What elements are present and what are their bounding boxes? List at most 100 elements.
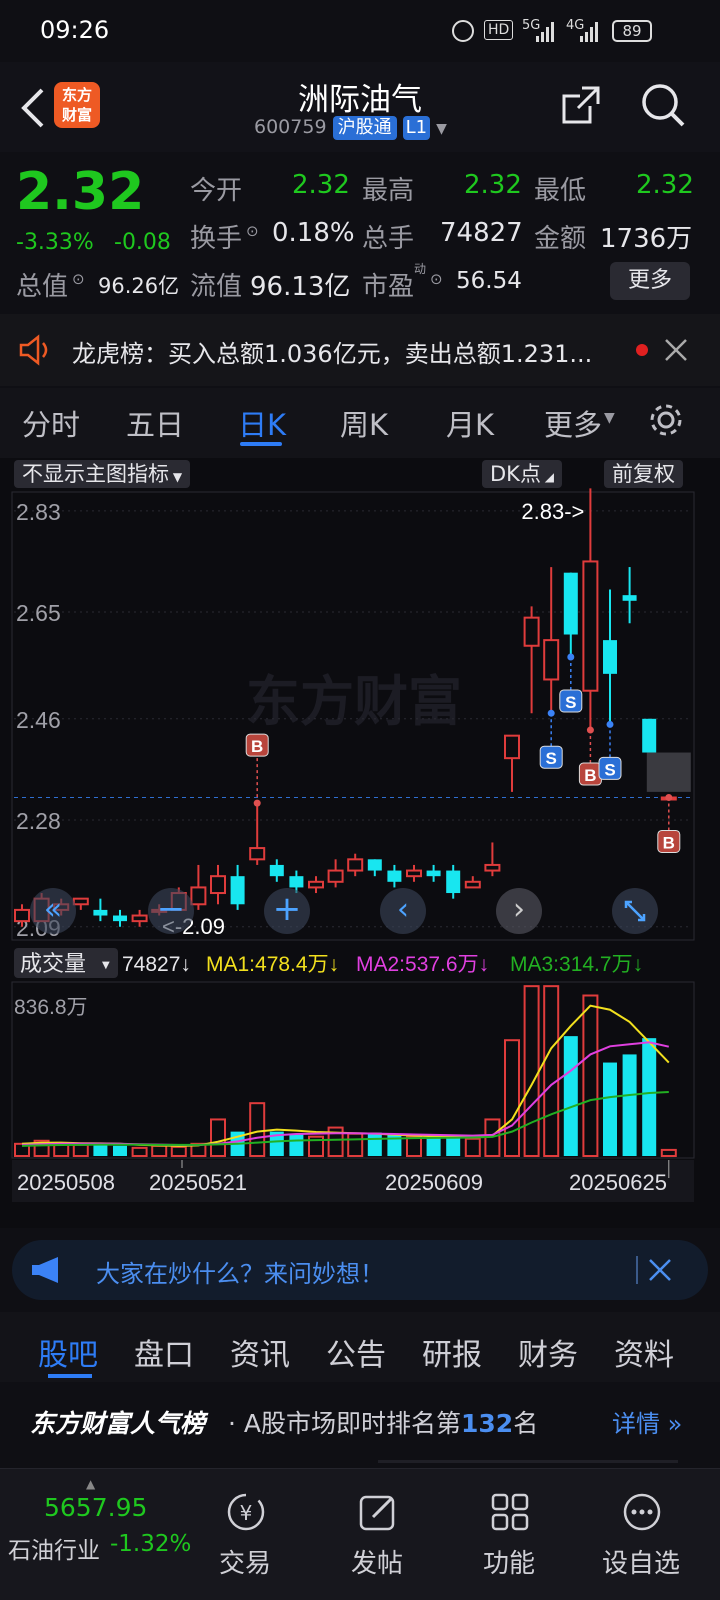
volume-max-label: 836.8万	[14, 996, 88, 1019]
volume-bar	[543, 985, 560, 1158]
industry-index-value[interactable]: 5657.95	[44, 1493, 147, 1522]
speaker-icon	[18, 334, 54, 366]
tab-intraday[interactable]: 分时	[22, 402, 80, 444]
sell-signal-label: S	[546, 749, 557, 768]
sell-signal-label: S	[604, 760, 615, 779]
tab-profile[interactable]: 资料	[614, 1330, 674, 1374]
more-quote-button[interactable]: 更多	[610, 262, 690, 300]
dk-point-select[interactable]: DK点 ◢	[482, 460, 562, 488]
zoom-out-button[interactable]: −	[148, 888, 194, 934]
candle-body	[113, 915, 127, 922]
tab-more[interactable]: 更多	[544, 402, 602, 444]
share-icon[interactable]	[560, 84, 602, 126]
edit-icon	[359, 1495, 395, 1531]
close-icon[interactable]	[664, 338, 688, 362]
volume-label: 成交量	[20, 952, 86, 977]
volume-bar	[603, 1062, 617, 1156]
tab-pankou[interactable]: 盘口	[134, 1330, 194, 1374]
candle-body	[14, 908, 30, 923]
low-value: 2.32	[636, 170, 694, 200]
volume-dropdown-icon: ▼	[102, 960, 110, 971]
candle-body	[72, 897, 89, 906]
buy-signal-label: B	[251, 737, 263, 756]
stock-code: 600759	[254, 116, 327, 138]
pe-info-icon[interactable]: ⊙	[430, 270, 443, 288]
signal-dot	[665, 793, 673, 801]
candle-body	[269, 864, 284, 877]
yen-icon: ¥	[227, 1493, 265, 1531]
volume-bar	[563, 1036, 578, 1156]
double-chevron-icon: »	[660, 1410, 683, 1438]
float-value: 96.13亿	[250, 272, 351, 302]
stock-name: 洲际油气	[298, 82, 422, 118]
rank-number: 132	[461, 1409, 514, 1438]
tab-announce[interactable]: 公告	[326, 1330, 386, 1374]
kline-chart[interactable]: 东方财富 2.832.652.462.282.09 BSSBSB 2.83-><…	[0, 488, 720, 1228]
more-dropdown-icon[interactable]: ▼	[604, 410, 615, 426]
volume-bar	[170, 1145, 187, 1158]
volume-bar	[426, 1137, 441, 1156]
volume-bar	[464, 1137, 481, 1157]
notice-text: 龙虎榜：买入总额1.036亿元，卖出总额1.231...	[72, 340, 593, 368]
industry-name[interactable]: 石油行业	[8, 1531, 100, 1565]
scroll-left-far-button[interactable]: «	[30, 888, 76, 934]
tab-research[interactable]: 研报	[422, 1330, 482, 1374]
volume-bar	[622, 1054, 637, 1156]
mktcap-info-icon[interactable]: ⊙	[72, 270, 85, 288]
ask-text: 大家在炒什么？来问妙想！	[96, 1260, 384, 1288]
period-tabs: 分时 五日 日K 周K 月K 更多 ▼	[0, 388, 720, 458]
search-icon[interactable]	[640, 82, 686, 128]
turnover-info-icon[interactable]: ⊙	[246, 222, 259, 240]
battery-icon: 89	[612, 20, 652, 42]
tab-news[interactable]: 资讯	[230, 1330, 290, 1374]
mktcap-value: 96.26亿	[98, 274, 180, 298]
float-label: 流值	[190, 272, 243, 302]
svg-text:¥: ¥	[240, 1501, 253, 1525]
rank-detail-link[interactable]: 详情 »	[612, 1404, 682, 1439]
section-tabs: 股吧 盘口 资讯 公告 研报 财务 资料	[0, 1312, 720, 1382]
high-value: 2.32	[464, 170, 522, 200]
scroll-right-button[interactable]: ›	[496, 888, 542, 934]
volume-bar	[113, 1145, 127, 1156]
rank-prefix: · A股市场即时排名第	[228, 1409, 461, 1438]
grid-icon	[491, 1493, 529, 1531]
candle-body	[426, 870, 441, 877]
zoom-in-button[interactable]: +	[264, 888, 310, 934]
candle-body	[642, 718, 657, 753]
tab-weekly-k[interactable]: 周K	[340, 402, 388, 444]
volume-bar	[72, 1143, 89, 1157]
adjust-select[interactable]: 前复权	[604, 460, 683, 488]
code-dropdown-icon[interactable]: ▼	[436, 121, 447, 137]
last-price: 2.32	[16, 162, 145, 222]
volume-value: 74827	[440, 218, 523, 248]
candle-body	[93, 909, 108, 916]
indicator-select[interactable]: 不显示主图指标 ▼	[14, 460, 191, 488]
scroll-left-button[interactable]: ‹	[380, 888, 426, 934]
y-tick-label: 2.83	[16, 499, 61, 525]
tab-finance[interactable]: 财务	[518, 1330, 578, 1374]
candle-body	[582, 560, 599, 692]
tab-guba[interactable]: 股吧	[38, 1330, 98, 1374]
popularity-rank[interactable]: 东方财富人气榜 · A股市场即时排名第132名 详情 »	[0, 1382, 720, 1466]
more-dots-icon	[623, 1493, 661, 1531]
level-badge: L1	[402, 116, 431, 140]
ask-ai-bar[interactable]: 大家在炒什么？来问妙想！	[12, 1240, 708, 1300]
gear-icon[interactable]	[646, 400, 686, 440]
candle-body	[504, 734, 520, 760]
notice-bar[interactable]: 龙虎榜：买入总额1.036亿元，卖出总额1.231...	[0, 314, 720, 386]
candle-body	[308, 880, 324, 889]
tab-daily-k[interactable]: 日K	[238, 402, 286, 444]
tab-monthly-k[interactable]: 月K	[446, 402, 494, 444]
nav-bar: 东方 财富 洲际油气 600759 沪股通 L1 ▼	[0, 62, 720, 152]
watermark: 东方财富	[246, 672, 462, 732]
amount-label: 金额	[534, 224, 587, 254]
turnover-label: 换手	[190, 224, 243, 254]
fullscreen-icon[interactable]	[612, 888, 658, 934]
stock-code-row: 600759 沪股通 L1 ▼	[254, 116, 447, 140]
ask-close-icon[interactable]	[648, 1258, 672, 1282]
signal-dot	[586, 726, 594, 734]
section-tab-indicator	[48, 1374, 92, 1378]
status-time: 09:26	[40, 16, 110, 44]
y-tick-label: 2.28	[16, 808, 61, 834]
tab-5day[interactable]: 五日	[126, 402, 184, 444]
